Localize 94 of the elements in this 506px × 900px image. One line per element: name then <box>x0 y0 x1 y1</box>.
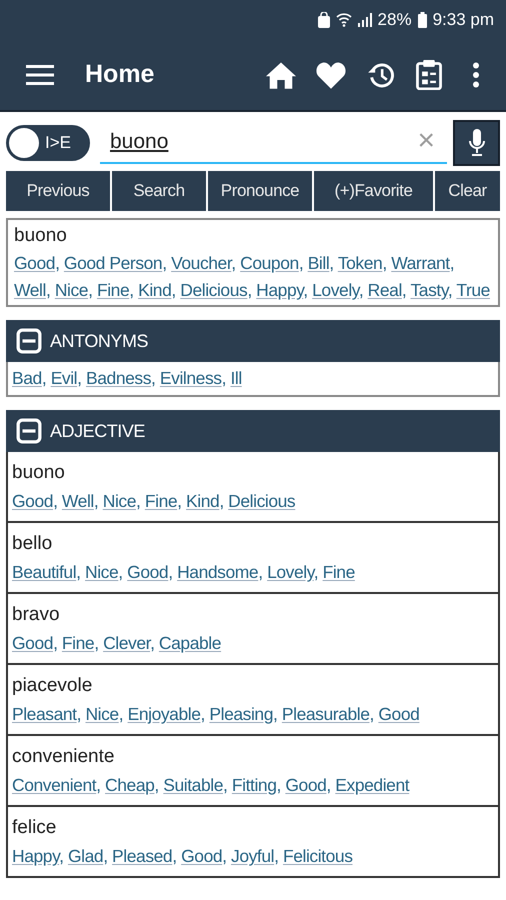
synonym-link[interactable]: Expedient <box>335 775 410 795</box>
menu-icon[interactable] <box>26 64 54 86</box>
synonym-link[interactable]: Warrant <box>391 253 450 273</box>
synonym-link[interactable]: Fine <box>322 562 355 582</box>
language-toggle[interactable]: I>E <box>6 125 90 161</box>
synonym-link[interactable]: Token <box>338 253 382 273</box>
headword: bello <box>12 532 54 556</box>
headword: buono <box>12 461 66 485</box>
synonym-link[interactable]: Lovely <box>267 562 314 582</box>
headword: bravo <box>12 603 61 627</box>
synonym-list: Convenient, Cheap, Suitable, Fitting, Good, Expedient <box>12 772 494 799</box>
synonym-link[interactable]: Good <box>12 633 54 653</box>
headword: piacevole <box>12 674 94 698</box>
synonym-link[interactable]: Fine <box>62 633 94 653</box>
synonym-list: Pleasant, Nice, Enjoyable, Pleasing, Pleasurable, Good <box>12 701 494 728</box>
synonym-link[interactable]: Good Person <box>64 253 162 273</box>
lock-icon <box>318 12 330 28</box>
synonym-list: Happy, Glad, Pleased, Good, Joyful, Felicitous <box>12 843 494 870</box>
synonym-link[interactable]: Capable <box>158 633 222 653</box>
synonym-link[interactable]: Lovely <box>312 280 359 300</box>
microphone-button[interactable] <box>453 120 500 166</box>
clipboard-icon[interactable] <box>416 60 442 90</box>
synonym-link[interactable]: Kind <box>138 280 172 300</box>
synonym-link[interactable]: Pleased <box>112 846 172 866</box>
synonym-link[interactable]: Happy <box>256 280 304 300</box>
synonym-list: Good, Fine, Clever, Capable <box>12 630 494 657</box>
signal-icon <box>358 13 372 27</box>
synonym-link[interactable]: Kind <box>186 491 220 511</box>
synonym-link[interactable]: Glad <box>68 846 104 866</box>
synonym-link[interactable]: Good <box>14 253 56 273</box>
synonym-link[interactable]: Pleasurable <box>282 704 370 724</box>
synonym-link[interactable]: Convenient <box>12 775 96 795</box>
synonym-link[interactable]: Enjoyable <box>128 704 201 724</box>
battery-percentage: 28% <box>378 9 412 32</box>
synonym-link[interactable]: Felicitous <box>282 846 353 866</box>
synonym-link[interactable]: Evil <box>50 368 78 388</box>
headword: felice <box>12 816 58 840</box>
synonym-link[interactable]: Fine <box>144 491 178 511</box>
history-icon[interactable] <box>366 61 396 89</box>
home-icon[interactable] <box>266 61 296 89</box>
synonym-link[interactable]: Tasty <box>410 280 448 300</box>
synonym-link[interactable]: Nice <box>85 704 119 724</box>
synonym-link[interactable]: Bad <box>12 368 42 388</box>
toolbar-title: Home <box>85 59 154 90</box>
more-icon[interactable] <box>472 62 480 88</box>
headword: buono <box>14 224 68 248</box>
synonym-link[interactable]: Good <box>12 491 54 511</box>
synonym-link[interactable]: Happy <box>12 846 60 866</box>
synonym-link[interactable]: Ill <box>230 368 242 388</box>
synonym-link[interactable]: Voucher <box>171 253 232 273</box>
synonym-list: Bad, Evil, Badness, Evilness, Ill <box>12 365 494 392</box>
microphone-icon <box>468 129 484 157</box>
synonym-link[interactable]: Fine <box>96 280 130 300</box>
heart-icon[interactable] <box>316 61 346 89</box>
synonym-list: Good, Good Person, Voucher, Coupon, Bill, Token, Warrant, Well, Nice, Fine, Kind, Delicious, Happy, Lovely, Real, Tasty, True <box>14 250 492 304</box>
synonym-link[interactable]: Good <box>127 562 168 582</box>
synonym-link[interactable]: Cheap <box>105 775 154 795</box>
section-header[interactable]: ADJECTIVE <box>6 410 500 452</box>
synonym-link[interactable]: Delicious <box>180 280 248 300</box>
synonym-list: Good, Well, Nice, Fine, Kind, Delicious <box>12 488 494 515</box>
synonym-link[interactable]: Nice <box>102 491 136 511</box>
synonym-link[interactable]: Bill <box>308 253 330 273</box>
synonym-link[interactable]: Handsome <box>177 562 258 582</box>
wifi-icon <box>336 12 352 28</box>
synonym-link[interactable]: Joyful <box>231 846 274 866</box>
battery-icon <box>418 12 427 28</box>
synonym-link[interactable]: Pleasing <box>209 704 274 724</box>
synonym-link[interactable]: Nice <box>54 280 88 300</box>
synonym-link[interactable]: Real <box>368 280 402 300</box>
synonym-link[interactable]: Suitable <box>163 775 224 795</box>
synonym-link[interactable]: Badness <box>86 368 152 388</box>
action-button[interactable]: Previous <box>6 171 110 211</box>
synonym-link[interactable]: Good <box>378 704 420 724</box>
synonym-link[interactable]: Nice <box>85 562 118 582</box>
section-header[interactable]: ANTONYMS <box>6 320 500 362</box>
synonym-link[interactable]: Pleasant <box>12 704 77 724</box>
synonym-link[interactable]: Clever <box>103 633 150 653</box>
action-button[interactable]: Clear <box>435 171 500 211</box>
synonym-link[interactable]: Good <box>285 775 326 795</box>
synonym-list: Beautiful, Nice, Good, Handsome, Lovely, Fine <box>12 559 494 586</box>
synonym-link[interactable]: Fitting <box>232 775 276 795</box>
synonym-link[interactable]: Well <box>62 491 94 511</box>
synonym-link[interactable]: True <box>456 280 490 300</box>
action-button[interactable]: (+)Favorite <box>314 171 433 211</box>
action-button[interactable]: Search <box>112 171 206 211</box>
synonym-link[interactable]: Good <box>181 846 222 866</box>
synonym-link[interactable]: Delicious <box>228 491 296 511</box>
action-button[interactable]: Pronounce <box>208 171 312 211</box>
synonym-link[interactable]: Evilness <box>160 368 222 388</box>
clock-time: 9:33 pm <box>432 9 494 32</box>
headword: conveniente <box>12 745 116 769</box>
synonym-link[interactable]: Coupon <box>240 253 299 273</box>
synonym-link[interactable]: Beautiful <box>12 562 76 582</box>
synonym-link[interactable]: Well <box>14 280 46 300</box>
